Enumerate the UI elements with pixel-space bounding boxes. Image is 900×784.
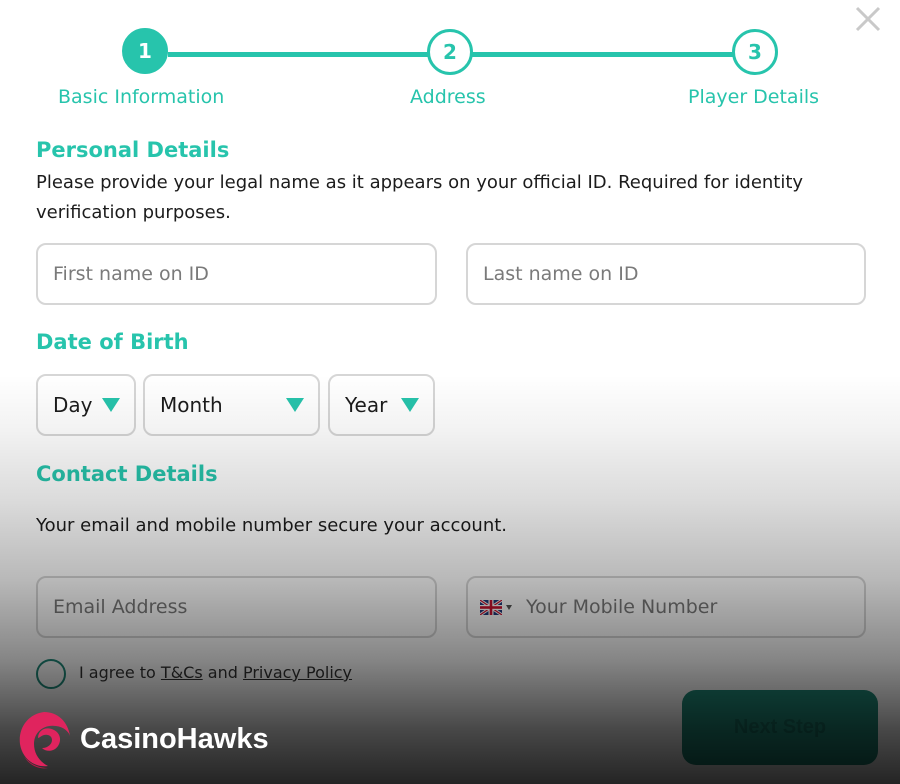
month-select[interactable]: Month	[143, 374, 320, 436]
watermark-text: CasinoHawks	[80, 722, 269, 755]
date-of-birth-heading: Date of Birth	[36, 330, 189, 354]
contact-details-heading: Contact Details	[36, 462, 218, 486]
terms-agreement-text: I agree to T&Cs and Privacy Policy	[79, 663, 352, 682]
mobile-number-input[interactable]	[512, 578, 864, 636]
step-2-indicator[interactable]: 2	[427, 29, 473, 75]
casinohawks-watermark: CasinoHawks	[14, 708, 269, 770]
privacy-policy-link[interactable]: Privacy Policy	[243, 663, 352, 682]
step-connector-1-2	[168, 52, 430, 57]
mobile-number-field[interactable]	[466, 576, 866, 638]
day-select-value: Day	[53, 393, 93, 417]
agree-middle: and	[207, 663, 238, 682]
terms-link[interactable]: T&Cs	[161, 663, 203, 682]
chevron-down-icon	[401, 398, 419, 412]
uk-flag-icon	[480, 599, 502, 615]
terms-checkbox[interactable]	[36, 659, 66, 689]
month-select-value: Month	[160, 393, 223, 417]
next-step-button[interactable]: Next Step	[682, 690, 878, 765]
step-3-number: 3	[748, 40, 762, 64]
last-name-input[interactable]	[466, 243, 866, 305]
step-3-label: Player Details	[688, 86, 820, 108]
step-1-number: 1	[138, 39, 152, 63]
chevron-down-icon	[102, 398, 120, 412]
step-2-number: 2	[443, 40, 457, 64]
country-code-picker[interactable]	[480, 599, 512, 615]
close-icon	[855, 6, 881, 32]
step-1-indicator[interactable]: 1	[122, 28, 168, 74]
step-2-label: Address	[410, 86, 486, 108]
first-name-input[interactable]	[36, 243, 437, 305]
email-input[interactable]	[36, 576, 437, 638]
chevron-down-icon	[286, 398, 304, 412]
casinohawks-logo-icon	[19, 712, 71, 769]
day-select[interactable]: Day	[36, 374, 136, 436]
contact-details-description: Your email and mobile number secure your…	[36, 515, 508, 536]
step-connector-2-3	[472, 52, 734, 57]
year-select-value: Year	[345, 393, 388, 417]
year-select[interactable]: Year	[328, 374, 435, 436]
close-button[interactable]	[851, 2, 885, 36]
agree-prefix: I agree to	[79, 663, 156, 682]
personal-details-heading: Personal Details	[36, 138, 230, 162]
step-1-label: Basic Information	[58, 86, 225, 108]
personal-details-description: Please provide your legal name as it app…	[36, 172, 804, 223]
step-3-indicator[interactable]: 3	[732, 29, 778, 75]
